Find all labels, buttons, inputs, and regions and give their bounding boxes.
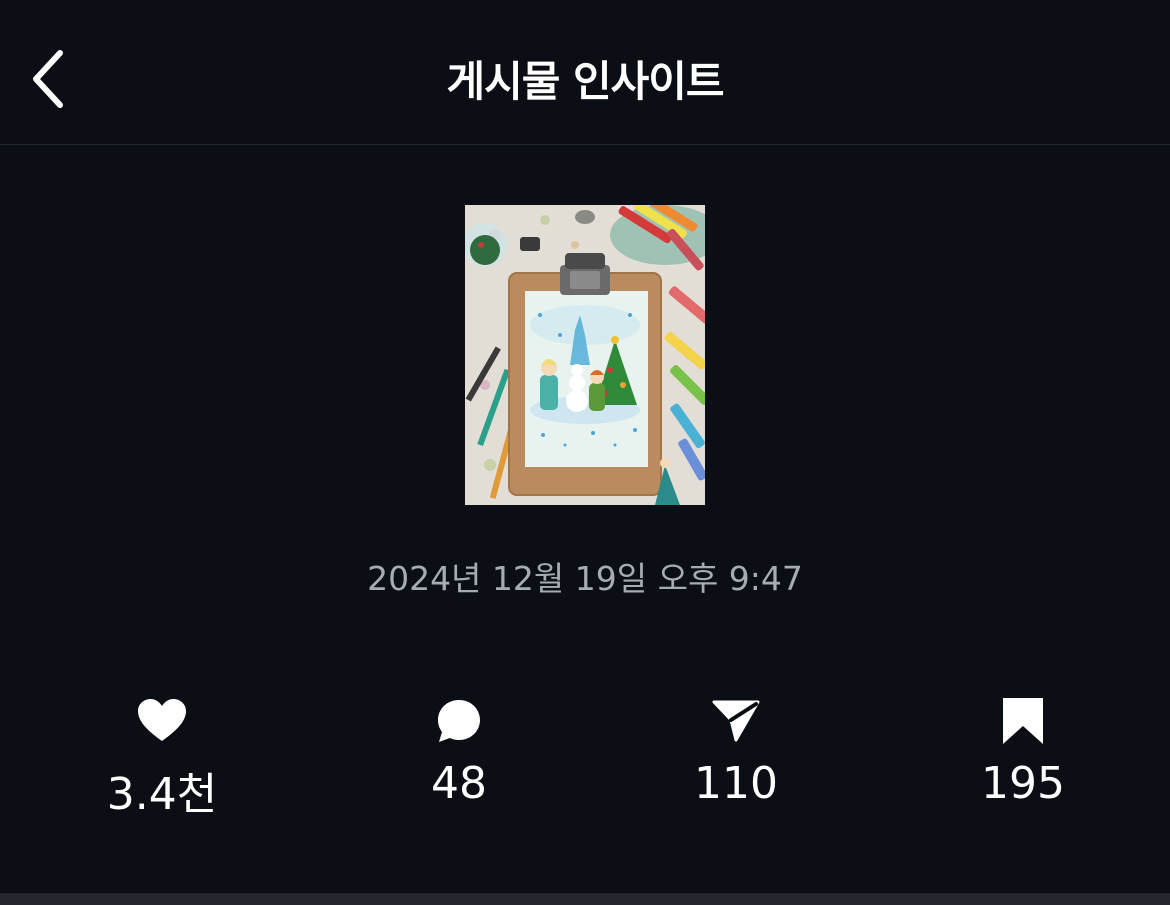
likes-count: 3.4천 bbox=[106, 769, 218, 820]
likes-stat[interactable]: 3.4천 bbox=[52, 690, 272, 822]
post-thumbnail[interactable] bbox=[465, 205, 705, 505]
saves-count: 195 bbox=[981, 758, 1065, 809]
saves-stat[interactable]: 195 bbox=[913, 690, 1133, 809]
stats-row: 3.4천 48 110 195 bbox=[0, 690, 1170, 820]
bookmark-icon bbox=[1001, 690, 1045, 752]
shares-count: 110 bbox=[694, 758, 778, 809]
page-title: 게시물 인사이트 bbox=[446, 57, 724, 106]
comment-icon bbox=[436, 690, 482, 752]
post-thumbnail-image bbox=[465, 205, 705, 505]
shares-stat[interactable]: 110 bbox=[626, 690, 846, 809]
heart-icon bbox=[137, 690, 187, 752]
comments-count: 48 bbox=[431, 758, 487, 809]
comments-stat[interactable]: 48 bbox=[349, 690, 569, 809]
post-timestamp: 2024년 12월 19일 오후 9:47 bbox=[367, 559, 803, 598]
header-bar: 게시물 인사이트 bbox=[0, 0, 1170, 145]
bottom-divider bbox=[0, 893, 1170, 905]
share-icon bbox=[712, 690, 760, 752]
